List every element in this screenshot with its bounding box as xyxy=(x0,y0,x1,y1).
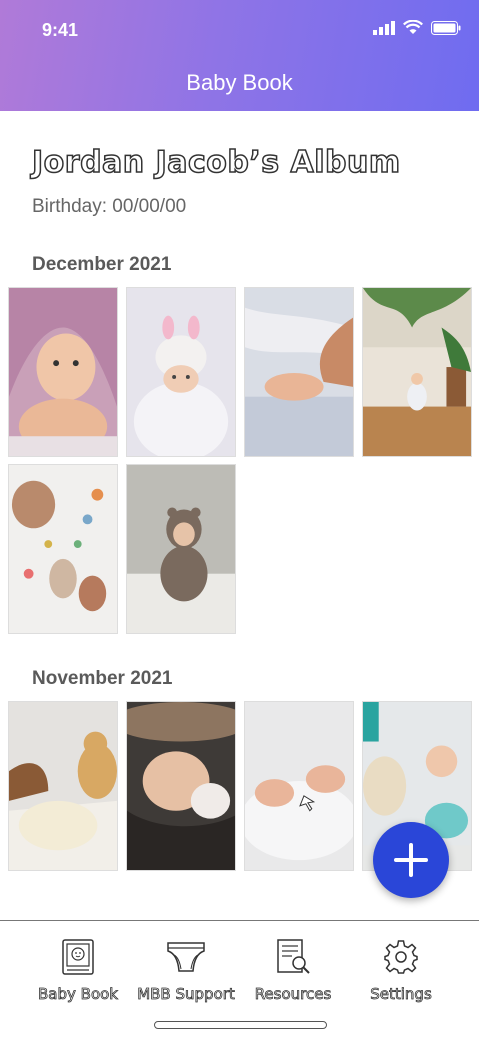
document-search-icon xyxy=(277,939,310,974)
photo-thumbnail[interactable] xyxy=(244,287,354,457)
photo-thumbnail[interactable] xyxy=(126,701,236,871)
signal-icon xyxy=(373,20,395,35)
photo-thumbnail[interactable] xyxy=(244,701,354,871)
app-header: 9:41 Baby Book xyxy=(0,0,479,111)
photo-thumbnail[interactable] xyxy=(8,287,118,457)
section-label-december: December 2021 xyxy=(32,254,172,275)
tab-label: Settings xyxy=(370,985,432,1004)
tab-label: MBB Support xyxy=(137,985,235,1004)
photo-thumbnail[interactable] xyxy=(126,464,236,634)
baby-book-icon xyxy=(62,939,94,975)
photo-thumbnail[interactable] xyxy=(8,464,118,634)
photo-thumbnail[interactable] xyxy=(126,287,236,457)
photo-thumbnail[interactable] xyxy=(8,701,118,871)
tab-baby-book[interactable]: Baby Book xyxy=(23,939,133,1003)
birthday-text: Birthday: 00/00/00 xyxy=(32,196,187,217)
add-photo-button[interactable] xyxy=(373,822,449,898)
tab-settings[interactable]: Settings xyxy=(346,939,456,1003)
tab-resources[interactable]: Resources xyxy=(238,939,348,1003)
section-label-november: November 2021 xyxy=(32,668,173,689)
header-title: Baby Book xyxy=(186,70,293,95)
plus-icon xyxy=(394,843,428,877)
battery-icon xyxy=(431,20,461,35)
status-icons xyxy=(373,20,461,35)
tab-mbb-support[interactable]: MBB Support xyxy=(131,939,241,1003)
tab-label: Resources xyxy=(254,985,332,1004)
home-indicator xyxy=(154,1021,327,1029)
gear-icon xyxy=(384,940,418,974)
wifi-icon xyxy=(403,20,423,34)
tab-label: Baby Book xyxy=(38,985,119,1004)
diaper-icon xyxy=(167,942,205,972)
album-title: Jordan Jacob’s Album xyxy=(31,144,401,181)
photo-thumbnail[interactable] xyxy=(362,287,472,457)
status-time: 9:41 xyxy=(42,20,79,40)
